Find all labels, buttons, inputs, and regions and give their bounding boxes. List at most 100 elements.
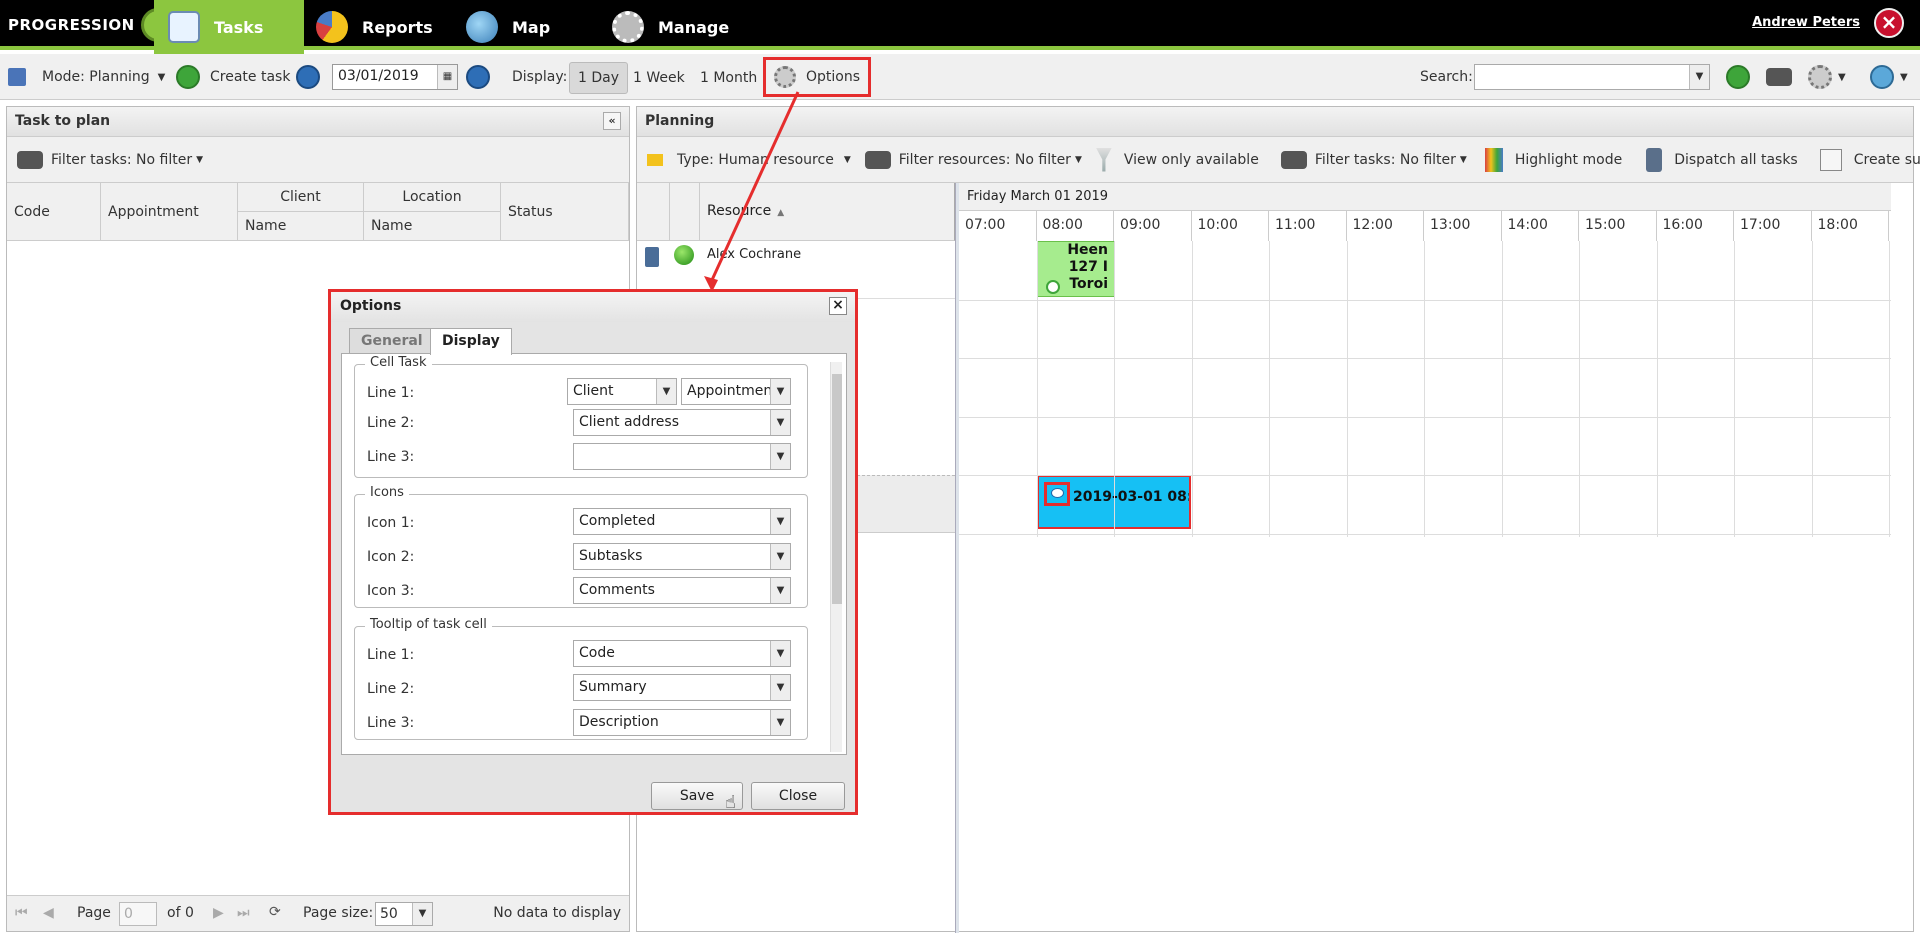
dispatch-all-tasks-button[interactable]: Dispatch all tasks <box>1646 147 1798 172</box>
chevron-down-icon[interactable]: ▼ <box>1689 65 1709 89</box>
resource-grid-header: Resource ▲ <box>637 183 955 241</box>
column-resource[interactable]: Resource ▲ <box>707 203 784 219</box>
dispatch-icon <box>1646 147 1663 172</box>
tab-general[interactable]: General <box>349 328 435 354</box>
grid-column-line <box>1501 241 1503 537</box>
column-location-name[interactable]: Name <box>364 212 501 241</box>
display-1-day-button[interactable]: 1 Day <box>569 62 629 94</box>
task-cell-completed[interactable]: Heen 127 I Toroi <box>1037 241 1115 297</box>
filter-tasks-dropdown[interactable]: Filter tasks: No filter ▼ <box>1280 150 1485 169</box>
hour-header-1500: 15:00 <box>1579 211 1657 241</box>
type-dropdown[interactable]: Type: Human resource ▼ <box>647 152 865 168</box>
collapse-panel-icon[interactable]: « <box>603 112 621 130</box>
chevron-down-icon: ▼ <box>1838 71 1846 83</box>
tooltip-line3-select[interactable]: Description ▼ <box>573 709 791 736</box>
display-1-week-button[interactable]: 1 Week <box>625 62 693 94</box>
logout-icon[interactable]: × <box>1874 8 1904 38</box>
task-grid-header: Code Appointment Client Name Location Na… <box>7 183 629 241</box>
view-only-available-button[interactable]: View only available <box>1095 147 1259 172</box>
icon1-select[interactable]: Completed ▼ <box>573 508 791 535</box>
splitter[interactable] <box>955 183 959 933</box>
planning-mode-icon[interactable] <box>8 54 26 100</box>
cell-line2-select[interactable]: Client address ▼ <box>573 409 791 436</box>
hour-header-1000: 10:00 <box>1192 211 1269 241</box>
hour-header-1100: 11:00 <box>1269 211 1347 241</box>
column-status[interactable]: Status <box>501 183 629 241</box>
nav-tab-reports[interactable]: Reports <box>316 0 433 54</box>
date-input[interactable]: 03/01/2019 ▦ <box>332 64 458 90</box>
dialog-titlebar[interactable]: Options × <box>331 292 855 322</box>
scrollbar-thumb[interactable] <box>832 374 842 604</box>
grid-column-line <box>1811 241 1813 537</box>
grid-row-line <box>959 358 1891 359</box>
options-dialog: Options × General Display Cell Task Line… <box>328 289 858 815</box>
last-page-icon[interactable]: ⏭ <box>237 905 250 921</box>
search-label: Search: <box>1420 69 1473 85</box>
page-size-select[interactable]: 50 ▼ <box>375 902 433 926</box>
tooltip-line2-select[interactable]: Summary ▼ <box>573 674 791 701</box>
dialog-scrollbar[interactable] <box>830 362 842 752</box>
refresh-icon[interactable]: ⟳ <box>269 904 281 920</box>
advanced-search-button[interactable] <box>1766 54 1800 100</box>
tooltip-group: Tooltip of task cell Line 1: Code ▼ Line … <box>354 617 808 740</box>
binoculars-icon <box>17 150 43 169</box>
create-task-button[interactable]: Create task <box>176 54 290 100</box>
icon2-select[interactable]: Subtasks ▼ <box>573 543 791 570</box>
search-input[interactable]: ▼ <box>1474 64 1710 90</box>
grid-row-line <box>959 299 1891 301</box>
previous-page-icon[interactable]: ◀ <box>43 905 54 921</box>
hour-header-1600: 16:00 <box>1657 211 1734 241</box>
grid-column-line <box>1424 241 1425 537</box>
column-code[interactable]: Code <box>7 183 101 241</box>
chevron-down-icon: ▼ <box>1074 154 1082 165</box>
grid-column-line <box>1346 241 1348 537</box>
tooltip-line1-select[interactable]: Code ▼ <box>573 640 791 667</box>
pager-toolbar: ⏮ ◀ Page 0 of 0 ▶ ⏭ ⟳ Page size: 50 ▼ No … <box>7 895 629 931</box>
nav-tab-manage[interactable]: Manage <box>612 0 729 54</box>
close-button[interactable]: Close <box>751 782 845 810</box>
progression-logo[interactable]: PROGRESSION <box>8 8 175 42</box>
nav-tab-tasks[interactable]: Tasks <box>154 0 304 54</box>
calendar-icon[interactable]: ▦ <box>437 65 457 89</box>
highlight-mode-button[interactable]: Highlight mode <box>1484 147 1622 172</box>
refresh-search-button[interactable] <box>1726 54 1760 100</box>
create-subtask-button[interactable]: Create subtask <box>1819 148 1920 171</box>
nav-tab-map[interactable]: Map <box>466 0 550 54</box>
icon3-select[interactable]: Comments ▼ <box>573 577 791 604</box>
cell-line1-select-a[interactable]: Client ▼ <box>567 378 677 405</box>
panel-title: Task to plan « <box>7 107 629 137</box>
display-1-month-button[interactable]: 1 Month <box>692 62 765 94</box>
chevron-down-icon: ▼ <box>770 379 790 404</box>
close-icon[interactable]: × <box>829 297 847 315</box>
hour-header-0800: 08:00 <box>1037 211 1114 241</box>
folder-icon <box>647 153 663 166</box>
mode-dropdown[interactable]: Mode: Planning ▼ <box>42 54 165 100</box>
settings-menu-button[interactable]: ▼ <box>1808 54 1846 100</box>
next-page-icon[interactable]: ▶ <box>213 905 224 921</box>
filter-resources-dropdown[interactable]: Filter resources: No filter ▼ <box>864 150 1096 169</box>
user-name-link[interactable]: Andrew Peters <box>1752 15 1860 30</box>
clipboard-icon <box>168 11 200 43</box>
previous-date-button[interactable] <box>296 54 330 100</box>
options-button[interactable]: Options <box>763 57 872 97</box>
first-page-icon[interactable]: ⏮ <box>15 905 28 921</box>
hour-header-1200: 12:00 <box>1347 211 1424 241</box>
cell-line1-select-b[interactable]: Appointmen ▼ <box>681 378 791 405</box>
help-menu-button[interactable]: ▼ <box>1870 54 1908 100</box>
planning-title: Planning <box>637 107 1913 137</box>
hour-header-1300: 13:00 <box>1424 211 1502 241</box>
next-date-button[interactable] <box>466 54 500 100</box>
filter-tasks-dropdown[interactable]: Filter tasks: No filter ▼ <box>7 137 629 183</box>
display-label: Display: <box>512 69 568 85</box>
grid-column-line <box>1579 241 1580 537</box>
page-number-input[interactable]: 0 <box>119 902 157 926</box>
column-client-name[interactable]: Name <box>238 212 364 241</box>
grid-column-line <box>1114 241 1115 537</box>
grid-column-line <box>1269 241 1270 537</box>
column-appointment[interactable]: Appointment <box>101 183 238 241</box>
highlight-icon <box>1484 147 1503 172</box>
tab-display[interactable]: Display <box>430 328 512 355</box>
cell-line3-select[interactable]: ▼ <box>573 443 791 470</box>
chevron-down-icon: ▼ <box>770 444 790 469</box>
chevron-down-icon: ▼ <box>412 903 432 925</box>
